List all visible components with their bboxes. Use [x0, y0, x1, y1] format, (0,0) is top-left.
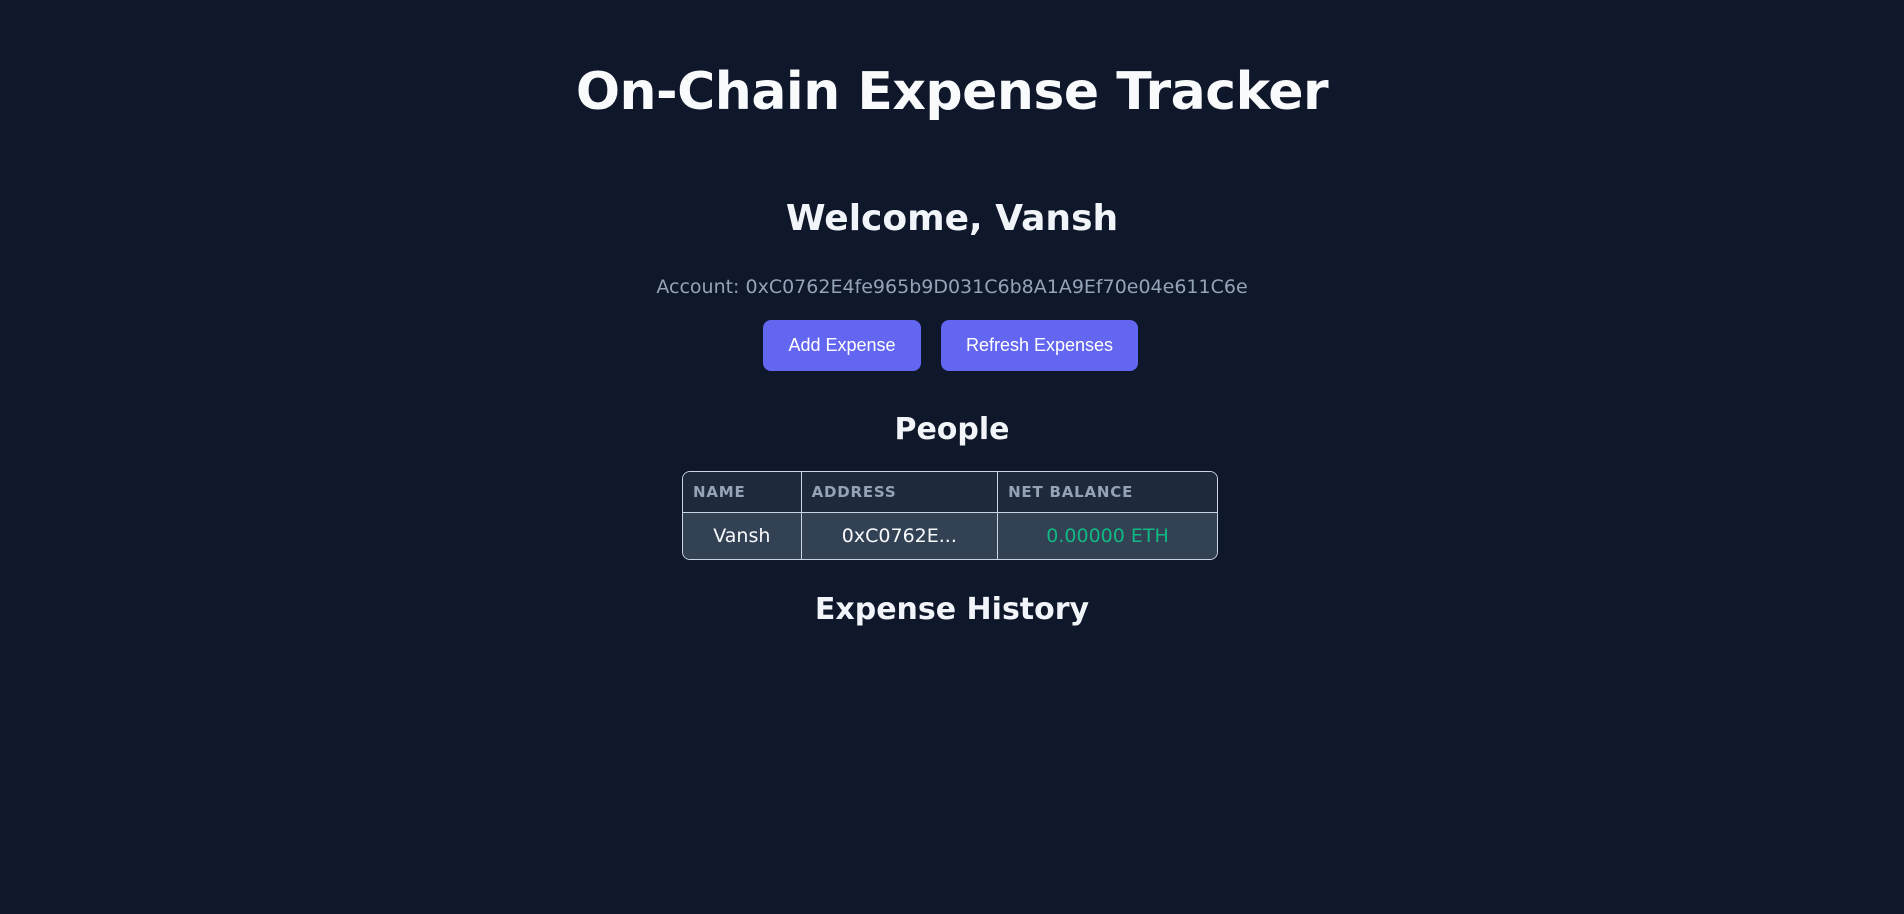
- people-heading: People: [894, 412, 1010, 447]
- person-address: 0xC0762E...: [801, 513, 999, 559]
- column-header-address: ADDRESS: [801, 472, 999, 513]
- table-header-row: NAME ADDRESS NET BALANCE: [683, 472, 1217, 513]
- app-page: On-Chain Expense Tracker Welcome, Vansh …: [0, 0, 1904, 914]
- table-row: Vansh 0xC0762E... 0.00000 ETH: [683, 513, 1217, 559]
- people-table: NAME ADDRESS NET BALANCE Vansh 0xC0762E.…: [682, 471, 1218, 560]
- account-address: Account: 0xC0762E4fe965b9D031C6b8A1A9Ef7…: [656, 276, 1248, 298]
- expense-history-heading: Expense History: [814, 592, 1090, 627]
- column-header-net-balance: NET BALANCE: [998, 472, 1217, 513]
- welcome-heading: Welcome, Vansh: [785, 198, 1119, 239]
- person-net-balance: 0.00000 ETH: [998, 513, 1217, 559]
- column-header-name: NAME: [683, 472, 802, 513]
- page-title: On-Chain Expense Tracker: [575, 62, 1329, 122]
- add-expense-button[interactable]: Add Expense: [763, 320, 921, 371]
- refresh-expenses-button[interactable]: Refresh Expenses: [941, 320, 1138, 371]
- person-name: Vansh: [683, 513, 802, 559]
